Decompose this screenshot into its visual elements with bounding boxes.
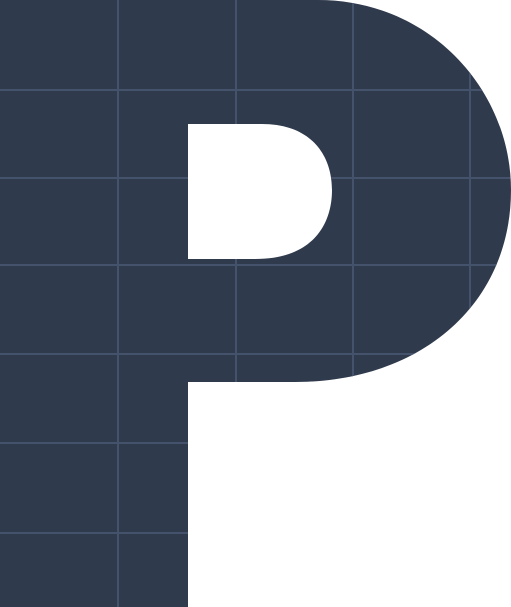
- letter-p-logo-graphic: [0, 0, 511, 607]
- letter-p-logo: [0, 0, 511, 607]
